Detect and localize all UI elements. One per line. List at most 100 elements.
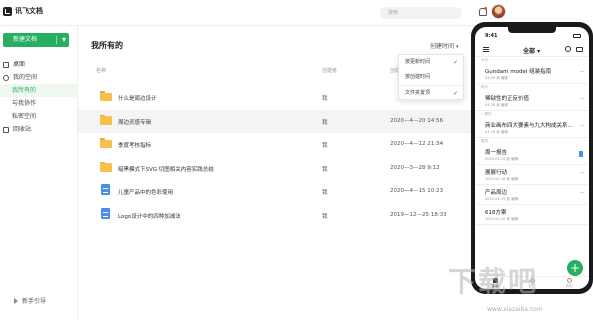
folder-icon	[100, 138, 112, 148]
sort-menu: 按更新时间 ✓ 按创建时间 文件夹置顶 ✓	[398, 54, 464, 100]
file-time: 2020—3—28 9:12	[390, 164, 440, 171]
file-list: 什么是周边设计 我 周边灵感专辑 我 2020—4—20 14:56 季度考核指…	[78, 86, 510, 227]
more-icon[interactable]: ···	[580, 69, 584, 76]
table-row[interactable]: 儿童产品中的色彩使用 我 2020—4—15 10:23	[78, 180, 510, 204]
item-title: 稀缺性的正反价值	[485, 96, 530, 102]
document-icon	[101, 184, 110, 195]
folder-icon	[100, 91, 112, 101]
sort-label: 创建时间	[430, 43, 455, 50]
sort-dropdown[interactable]: 创建时间 ▾	[430, 41, 459, 50]
list-item[interactable]: 商业画布四大要素与九大构成关系… 04-26 我 编辑 ···	[475, 118, 589, 138]
phone-screen: 9:41 全部 ▾ 今天 Gundam model 组装指南 04-29 我 编…	[475, 27, 589, 289]
chevron-down-icon[interactable]: ▾	[62, 33, 66, 47]
user-icon	[566, 278, 572, 283]
file-name: 季度考核指标	[118, 143, 152, 149]
logo-icon	[3, 6, 12, 16]
item-title: Gundam model 组装指南	[485, 69, 552, 75]
sidebar-item-label: 与我协作	[12, 100, 37, 107]
table-row[interactable]: Logo设计中的四种加减法 我 2019—12—25 18:33	[78, 204, 510, 228]
search-input[interactable]: 搜索	[380, 7, 462, 19]
folder-icon	[100, 114, 112, 125]
sidebar-item-desktop[interactable]: 桌面	[0, 58, 78, 71]
column-header-name[interactable]: 名称	[96, 67, 106, 74]
sort-menu-item-created[interactable]: 按创建时间	[399, 70, 463, 85]
list-item[interactable]: 展展行动 2020-04-18 我 编辑 ···	[475, 165, 589, 185]
sidebar-item-private-space[interactable]: 私密空间	[0, 110, 78, 123]
list-item[interactable]: 产品周边 2020-04-15 我 编辑 ···	[475, 185, 589, 205]
file-name: 儿童产品中的色彩使用	[118, 190, 174, 196]
menu-item-label: 按创建时间	[405, 74, 431, 80]
sidebar-item-my-owned[interactable]: 我所有的	[0, 84, 78, 97]
item-meta: 04-26 我 编辑	[485, 130, 508, 134]
table-row[interactable]: 季度考核指标 我 2020—4—12 21:34	[78, 133, 510, 157]
document-icon	[579, 151, 583, 157]
item-title: 产品周边	[485, 190, 508, 196]
clock-icon	[3, 74, 9, 81]
section-label: 昨天	[481, 85, 488, 89]
item-title: 商业画布四大要素与九大构成关系…	[485, 123, 574, 129]
add-document-fab[interactable]: +	[567, 260, 583, 276]
menu-icon[interactable]	[483, 47, 489, 52]
list-item[interactable]: 周一报告 2020-04-20 我 编辑	[475, 145, 589, 165]
more-icon[interactable]: ···	[580, 170, 584, 177]
list-item[interactable]: 稀缺性的正反价值 04-28 我 编辑 ···	[475, 91, 589, 111]
list-item[interactable]: 618方案 2020-04-10 我 编辑	[475, 205, 589, 225]
app-name: 讯飞文档	[15, 7, 43, 15]
item-title: 618方案	[485, 210, 507, 216]
section-label: 更早	[481, 139, 488, 143]
new-document-label: 新建文档	[13, 36, 38, 43]
watermark-logo: 下载吧	[448, 265, 539, 298]
sidebar-item-label: 我的空间	[13, 74, 38, 81]
more-icon[interactable]: ···	[580, 123, 584, 130]
checkmark-icon: ✓	[452, 59, 458, 66]
list-item[interactable]: Gundam model 组装指南 04-29 我 编辑 ···	[475, 64, 589, 84]
folder-icon	[100, 161, 112, 172]
file-name: 暗黑模式下SVG 切图相关内容实践总结	[118, 166, 214, 173]
item-meta: 2020-04-20 我 编辑	[485, 157, 519, 161]
page-title: 我所有的	[91, 41, 123, 50]
section-label: 今天	[481, 58, 488, 62]
item-title: 展展行动	[485, 170, 508, 176]
app-logo[interactable]: 讯飞文档	[3, 6, 43, 16]
item-meta: 2020-04-18 我 编辑	[485, 177, 519, 181]
phone-header-label: 全部	[523, 48, 536, 55]
table-row[interactable]: 暗黑模式下SVG 切图相关内容实践总结 我 2020—3—28 9:12	[78, 157, 510, 181]
trash-icon	[3, 126, 9, 133]
message-icon[interactable]	[576, 47, 583, 52]
new-document-button[interactable]: 新建文档 ▾	[3, 33, 69, 47]
sidebar: 新建文档 ▾ 桌面 我的空间 我所有的 与我协作 私密空间 回收站 新手引导	[0, 26, 78, 320]
beginner-guide-link[interactable]: 新手引导	[14, 296, 46, 305]
sidebar-item-trash[interactable]: 回收站	[0, 123, 78, 136]
notification-bell-icon[interactable]	[478, 7, 487, 17]
user-avatar[interactable]	[491, 4, 506, 19]
item-meta: 04-28 我 编辑	[485, 103, 508, 107]
file-creator: 我	[322, 213, 328, 220]
send-icon	[14, 297, 18, 304]
phone-header-title[interactable]: 全部 ▾	[523, 46, 540, 55]
sort-menu-item-folders-first[interactable]: 文件夹置顶 ✓	[399, 85, 463, 100]
sidebar-item-shared-with-me[interactable]: 与我协作	[0, 97, 78, 110]
item-meta: 2020-04-10 我 编辑	[485, 217, 519, 221]
guide-label: 新手引导	[22, 298, 47, 305]
tab-mine[interactable]: 我的	[559, 278, 579, 289]
sort-menu-item-updated[interactable]: 按更新时间 ✓	[399, 55, 463, 70]
battery-icon	[573, 34, 581, 38]
sidebar-item-label: 回收站	[13, 126, 32, 133]
file-creator: 我	[322, 96, 328, 102]
phone-notch	[508, 27, 556, 33]
item-meta: 2020-04-15 我 编辑	[485, 197, 519, 201]
file-creator: 我	[322, 119, 328, 126]
sidebar-item-my-space[interactable]: 我的空间	[0, 71, 78, 84]
more-icon[interactable]: ···	[580, 190, 584, 197]
checkmark-icon: ✓	[452, 90, 458, 97]
sidebar-nav: 桌面 我的空间 我所有的 与我协作 私密空间 回收站	[0, 58, 78, 136]
item-title: 周一报告	[485, 150, 508, 156]
table-row[interactable]: 周边灵感专辑 我 2020—4—20 14:56	[78, 109, 510, 133]
status-time: 9:41	[485, 33, 498, 39]
more-icon[interactable]: ···	[580, 96, 584, 103]
button-divider	[56, 36, 57, 44]
search-icon[interactable]	[565, 46, 571, 52]
desktop-window: 讯飞文档 搜索 新建文档 ▾ 桌面 我的空间 我所有的 与我协作 私密空间 回收…	[0, 0, 510, 320]
file-name: Logo设计中的四种加减法	[118, 213, 181, 220]
column-header-creator[interactable]: 创建者	[322, 67, 337, 74]
